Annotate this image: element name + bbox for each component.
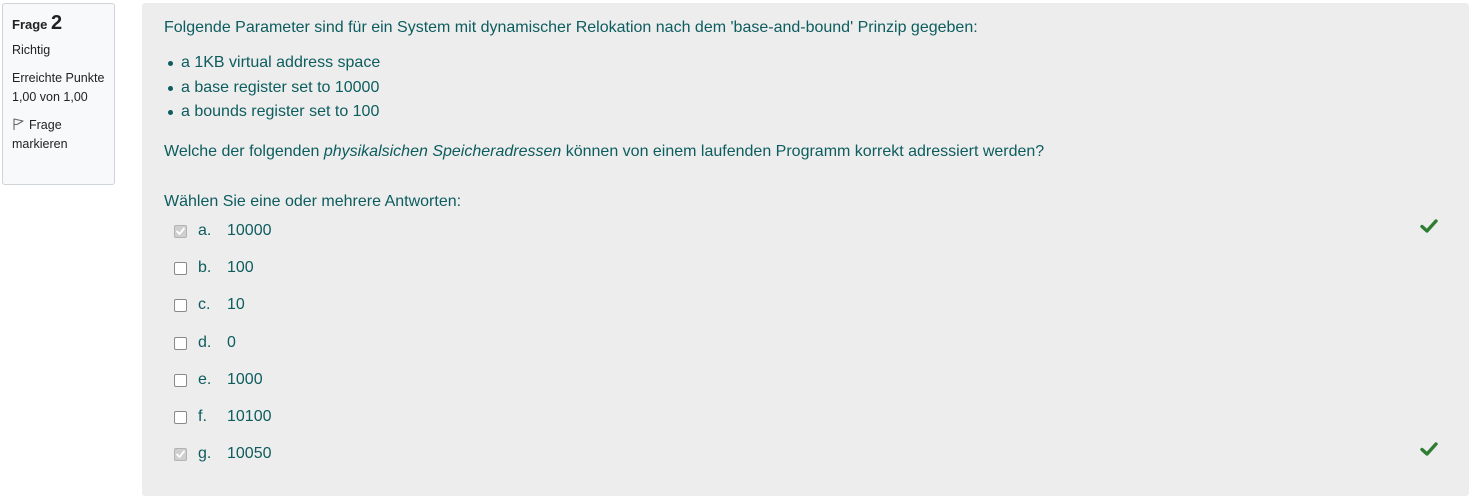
answer-checkbox[interactable] [174, 336, 187, 350]
question-intro: Folgende Parameter sind für ein System m… [164, 19, 978, 36]
answer-value: 10100 [227, 408, 272, 425]
question-text: Welche der folgenden physikalsichen Spei… [164, 143, 1044, 161]
answer-value: 10 [227, 296, 245, 313]
question-text-after: können von einem laufenden Programm korr… [561, 143, 1045, 160]
answer-value: 100 [227, 259, 254, 276]
answer-checkbox[interactable] [174, 298, 187, 312]
answer-checkbox[interactable] [174, 261, 187, 275]
question-number-value: 2 [51, 12, 63, 34]
answer-checkbox[interactable] [174, 447, 187, 461]
parameter-item: a bounds register set to 100 [164, 100, 380, 125]
answer-value: 10000 [227, 222, 272, 239]
question-text-before: Welche der folgenden [164, 143, 324, 160]
answer-letter: g. [198, 445, 212, 462]
answer-letter: a. [198, 222, 212, 239]
question-number-label: Frage [12, 17, 48, 32]
question-number: Frage 2 [12, 12, 114, 35]
checkbox-check-icon [176, 450, 185, 458]
answer-prompt: Wählen Sie eine oder mehrere Antworten: [164, 193, 462, 210]
answer-option[interactable]: a. 10000 [174, 221, 272, 241]
answer-option[interactable]: g. 10050 [174, 444, 272, 464]
parameter-item: a 1KB virtual address space [164, 51, 380, 76]
question-content: Folgende Parameter sind für ein System m… [142, 3, 1469, 496]
answer-option[interactable]: f. 10100 [174, 407, 272, 427]
answer-option[interactable]: e. 1000 [174, 370, 263, 390]
answer-option[interactable]: b. 100 [174, 258, 254, 278]
flag-question-link[interactable]: Frage markieren [12, 116, 112, 154]
flag-icon [13, 118, 24, 130]
check-icon [1420, 218, 1438, 239]
parameter-list: a 1KB virtual address space a base regis… [164, 51, 380, 125]
question-grade: Erreichte Punkte 1,00 von 1,00 [12, 71, 105, 104]
answer-letter: d. [198, 334, 212, 351]
question-text-emphasis: physikalsichen Speicheradressen [323, 143, 562, 160]
answer-option[interactable]: c. 10 [174, 295, 245, 315]
answer-letter: f. [198, 408, 207, 425]
answer-option[interactable]: d. 0 [174, 333, 236, 353]
check-icon [1420, 441, 1438, 462]
answer-letter: e. [198, 371, 212, 388]
answer-checkbox[interactable] [174, 410, 187, 424]
answer-letter: c. [198, 296, 211, 313]
answer-checkbox[interactable] [174, 224, 187, 238]
question-state: Richtig [12, 43, 51, 57]
answer-value: 1000 [227, 371, 263, 388]
answer-letter: b. [198, 259, 212, 276]
question-info: Frage 2 Richtig Erreichte Punkte 1,00 vo… [2, 3, 115, 185]
checkbox-check-icon [176, 227, 185, 235]
answer-value: 10050 [227, 445, 272, 462]
answer-value: 0 [227, 334, 236, 351]
parameter-item: a base register set to 10000 [164, 76, 380, 101]
answer-checkbox[interactable] [174, 373, 187, 387]
